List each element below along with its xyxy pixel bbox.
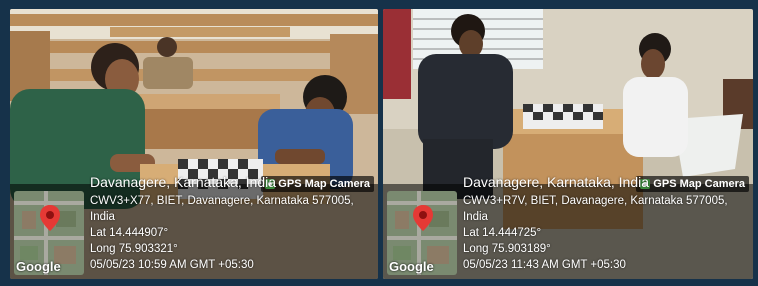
location-title: Davanagere, Karnataka, India	[463, 174, 650, 190]
timestamp: 05/05/23 11:43 AM GMT +05:30	[463, 259, 626, 271]
address-line: CWV3+R7V, BIET, Davanagere, Karnataka 57…	[463, 195, 728, 223]
map-thumbnail: Google	[14, 191, 84, 275]
location-title: Davanagere, Karnataka, India	[90, 174, 277, 190]
longitude: Long 75.903189°	[463, 243, 551, 255]
latitude: Lat 14.444725°	[463, 227, 542, 239]
google-logo: Google	[389, 259, 434, 274]
geotag-text: Davanagere, Karnataka, India CWV3+X77, B…	[90, 174, 378, 273]
photo-right: GPS Map Camera Google Davanagere, Karnat…	[383, 9, 753, 279]
longitude: Long 75.903321°	[90, 243, 178, 255]
chessboard-right	[523, 104, 603, 129]
latitude: Lat 14.444907°	[90, 227, 169, 239]
map-pin-icon	[413, 205, 433, 231]
google-logo: Google	[16, 259, 61, 274]
photo-left: GPS Map Camera Google Davanagere, Karnat…	[10, 9, 378, 279]
geotag-text: Davanagere, Karnataka, India CWV3+R7V, B…	[463, 174, 753, 273]
map-thumbnail: Google	[387, 191, 457, 275]
map-pin-icon	[40, 205, 60, 231]
address-line: CWV3+X77, BIET, Davanagere, Karnataka 57…	[90, 195, 354, 223]
timestamp: 05/05/23 10:59 AM GMT +05:30	[90, 259, 254, 271]
